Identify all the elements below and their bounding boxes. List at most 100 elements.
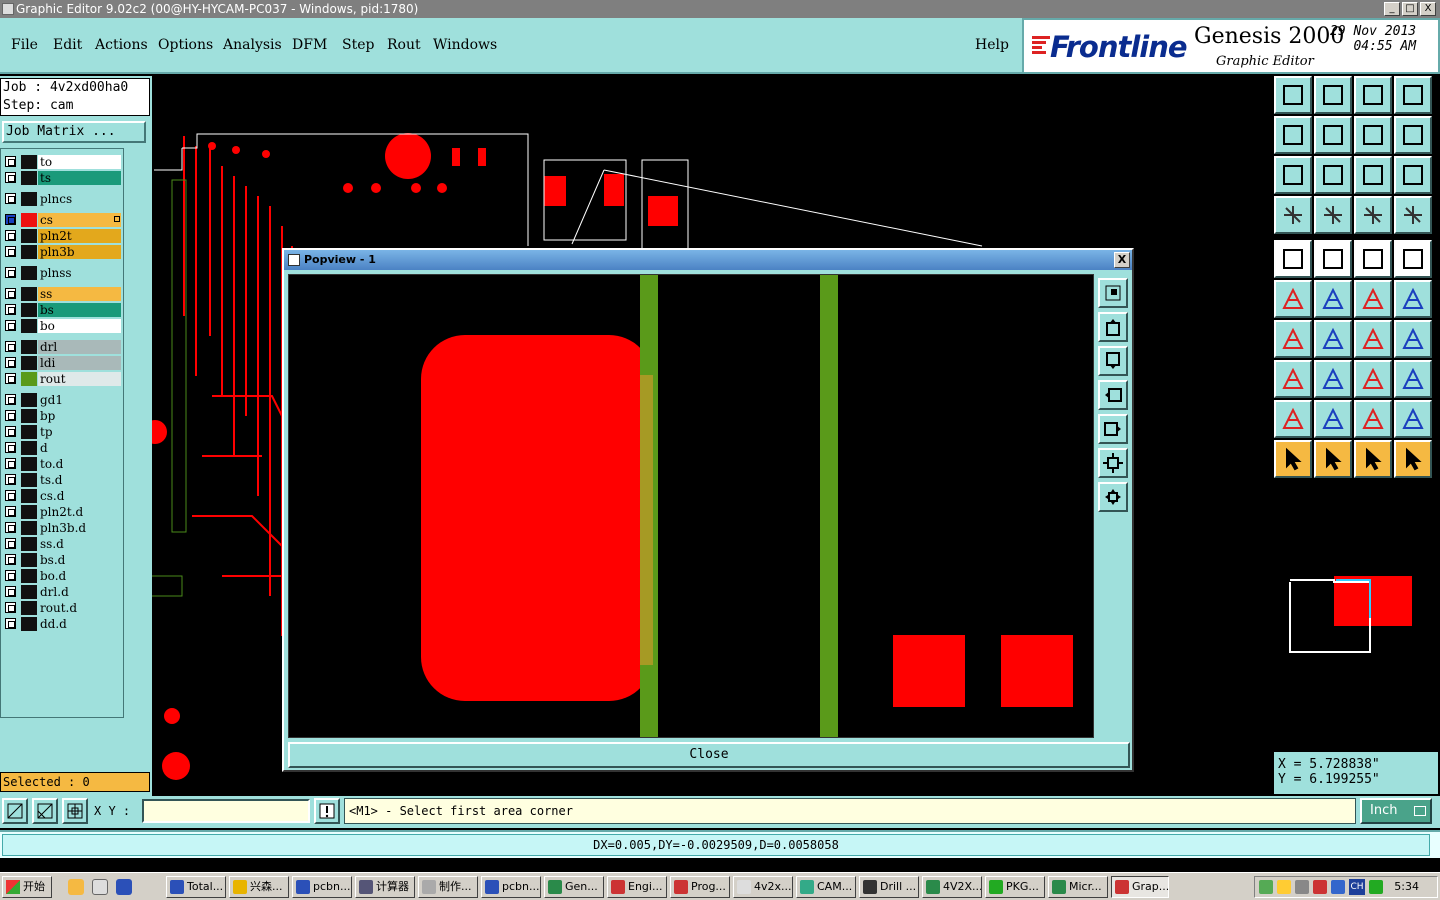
taskbar-item[interactable]: 4v2x... xyxy=(733,876,793,898)
layer-color-swatch[interactable] xyxy=(21,521,37,535)
layer-name[interactable]: dd.d xyxy=(38,617,121,631)
window-titlebar[interactable]: Graphic Editor 9.02c2 (00@HY-HYCAM-PC037… xyxy=(0,0,1440,18)
redraw-tool-button[interactable] xyxy=(1394,116,1432,154)
layer-color-swatch[interactable] xyxy=(21,489,37,503)
layer-color-swatch[interactable] xyxy=(21,155,37,169)
layer-name[interactable]: plncs xyxy=(38,192,121,206)
layer-color-swatch[interactable] xyxy=(21,537,37,551)
pan-up-tool-button[interactable] xyxy=(1274,76,1312,114)
minimize-button[interactable]: _ xyxy=(1384,2,1400,16)
snap-center-button[interactable] xyxy=(62,798,88,824)
layer-row-tp[interactable]: tp xyxy=(3,425,121,439)
layer-name[interactable]: tp xyxy=(38,425,121,439)
layer-checkbox[interactable] xyxy=(5,570,16,581)
select-lasso-tool-button[interactable] xyxy=(1354,440,1392,478)
draw-diagonal-tool-button[interactable] xyxy=(1314,320,1352,358)
layer-row-drl[interactable]: drl xyxy=(3,340,121,354)
layer-row-dd-d[interactable]: dd.d xyxy=(3,617,121,631)
draw-arc-tool-button[interactable] xyxy=(1354,320,1392,358)
popview-pan-up-button[interactable] xyxy=(1098,312,1128,342)
resize-tool-button[interactable] xyxy=(1354,360,1392,398)
tray-shield-icon[interactable] xyxy=(1369,880,1383,894)
layer-name[interactable]: bs.d xyxy=(38,553,121,567)
tray-user-icon[interactable] xyxy=(1331,880,1345,894)
popview-zoom-out-button[interactable] xyxy=(1098,448,1128,478)
layer-name[interactable]: rout.d xyxy=(38,601,121,615)
layer-row-cs[interactable]: cs xyxy=(3,213,121,227)
snap-angle-button[interactable] xyxy=(32,798,58,824)
start-button[interactable]: 开始 xyxy=(2,876,52,898)
delete-node-tool-button[interactable] xyxy=(1314,280,1352,318)
menu-edit[interactable]: Edit xyxy=(53,37,82,53)
layer-row-to[interactable]: to xyxy=(3,155,121,169)
layer-checkbox[interactable] xyxy=(5,490,16,501)
layer-checkbox[interactable] xyxy=(5,506,16,517)
layer-color-swatch[interactable] xyxy=(21,245,37,259)
layer-checkbox[interactable] xyxy=(5,522,16,533)
query-tool-button[interactable] xyxy=(1394,156,1432,194)
menu-help[interactable]: Help xyxy=(975,37,1009,53)
triangle-select-tool-button[interactable] xyxy=(1274,400,1312,438)
layer-color-swatch[interactable] xyxy=(21,266,37,280)
layer-name[interactable]: drl.d xyxy=(38,585,121,599)
layer-name[interactable]: pln3b xyxy=(38,245,121,259)
layer-checkbox[interactable] xyxy=(5,458,16,469)
menu-rout[interactable]: Rout xyxy=(387,37,421,53)
layer-row-bs[interactable]: bs xyxy=(3,303,121,317)
layer-color-swatch[interactable] xyxy=(21,213,37,227)
layer-color-swatch[interactable] xyxy=(21,229,37,243)
popview-zoom-in-button[interactable] xyxy=(1098,482,1128,512)
layer-name[interactable]: ss xyxy=(38,287,121,301)
layer-name[interactable]: plnss xyxy=(38,266,121,280)
snap-features-tool-button[interactable] xyxy=(1394,196,1432,234)
taskbar-item[interactable]: 制作... xyxy=(418,876,478,898)
popview-pan-down-button[interactable] xyxy=(1098,346,1128,376)
quicklaunch-notepad-icon[interactable] xyxy=(92,879,108,895)
layer-row-gd1[interactable]: gd1 xyxy=(3,393,121,407)
alert-button[interactable] xyxy=(314,798,340,824)
layer-checkbox[interactable] xyxy=(5,554,16,565)
overview-map[interactable] xyxy=(1274,488,1438,748)
layer-color-swatch[interactable] xyxy=(21,409,37,423)
layer-row-rout-d[interactable]: rout.d xyxy=(3,601,121,615)
layer-row-rout[interactable]: rout xyxy=(3,372,121,386)
layer-name[interactable]: ldi xyxy=(38,356,121,370)
close-window-button[interactable]: X xyxy=(1420,2,1436,16)
popview-pan-right-button[interactable] xyxy=(1098,414,1128,444)
tray-tools-icon[interactable] xyxy=(1313,880,1327,894)
layer-checkbox[interactable] xyxy=(5,442,16,453)
layer-name[interactable]: bp xyxy=(38,409,121,423)
layer-row-ldi[interactable]: ldi xyxy=(3,356,121,370)
layer-color-swatch[interactable] xyxy=(21,457,37,471)
layer-color-swatch[interactable] xyxy=(21,171,37,185)
layer-color-swatch[interactable] xyxy=(21,473,37,487)
layer-checkbox[interactable] xyxy=(5,410,16,421)
layer-row-bp[interactable]: bp xyxy=(3,409,121,423)
job-matrix-button[interactable]: Job Matrix ... xyxy=(2,121,146,143)
layer-name[interactable]: gd1 xyxy=(38,393,121,407)
popview-close-button[interactable]: Close xyxy=(288,742,1130,768)
layer-name[interactable]: ts.d xyxy=(38,473,121,487)
layer-name[interactable]: bs xyxy=(38,303,121,317)
layer-checkbox[interactable] xyxy=(5,426,16,437)
menu-analysis[interactable]: Analysis xyxy=(223,37,282,53)
zoom-window-tool-button[interactable] xyxy=(1394,76,1432,114)
layer-color-swatch[interactable] xyxy=(21,192,37,206)
layer-row-plncs[interactable]: plncs xyxy=(3,192,121,206)
tray-network-icon[interactable] xyxy=(1259,880,1273,894)
pan-right-tool-button[interactable] xyxy=(1314,116,1352,154)
taskbar-item[interactable]: 4V2X... xyxy=(922,876,982,898)
layer-name[interactable]: to.d xyxy=(38,457,121,471)
layer-row-pln2t[interactable]: pln2t xyxy=(3,229,121,243)
menu-options[interactable]: Options xyxy=(158,37,213,53)
layer-checkbox[interactable] xyxy=(5,172,16,183)
popview-zoom-fit-button[interactable] xyxy=(1098,278,1128,308)
taskbar-item[interactable]: 兴森... xyxy=(229,876,289,898)
layer-checkbox[interactable] xyxy=(5,538,16,549)
popview-close-x-button[interactable]: X xyxy=(1114,252,1130,268)
add-round-tool-button[interactable] xyxy=(1394,240,1432,278)
layer-row-cs-d[interactable]: cs.d xyxy=(3,489,121,503)
layer-checkbox[interactable] xyxy=(5,288,16,299)
quicklaunch-browser-icon[interactable] xyxy=(116,879,132,895)
menu-actions[interactable]: Actions xyxy=(95,37,148,53)
